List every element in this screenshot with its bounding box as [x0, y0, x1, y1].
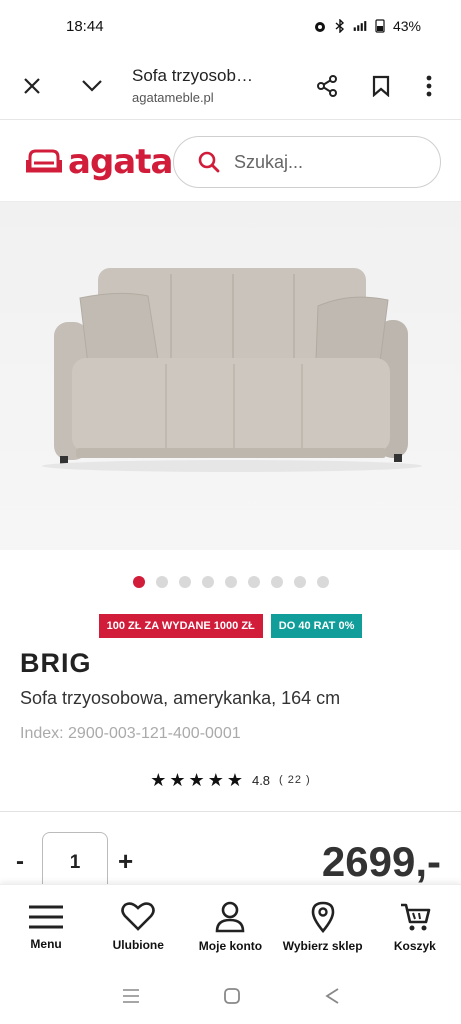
search-placeholder: Szukaj...: [234, 151, 304, 172]
share-icon: [317, 74, 337, 97]
agata-logo[interactable]: agata: [26, 141, 173, 182]
star-icon: ★: [226, 770, 243, 790]
battery-icon: [375, 19, 385, 33]
carousel-dot[interactable]: [178, 576, 191, 588]
sofa-image: [0, 202, 461, 550]
nav-menu[interactable]: Menu: [3, 903, 89, 951]
promo-badges: 100 ZŁ ZA WYDANE 1000 ZŁ DO 40 RAT 0%: [0, 614, 461, 638]
carousel-dot[interactable]: [270, 576, 283, 588]
page-url: agatameble.pl: [132, 90, 214, 105]
sofa-logo-icon: [26, 149, 62, 172]
close-icon: [24, 77, 40, 94]
location-pin-icon: [311, 901, 334, 933]
product-description: Sofa trzyosobowa, amerykanka, 164 cm: [20, 688, 341, 708]
carousel-dot[interactable]: [155, 576, 168, 588]
alarm-icon: [314, 22, 325, 32]
nav-label: Koszyk: [393, 938, 436, 953]
divider: [0, 811, 461, 812]
logo-text: agata: [68, 141, 173, 182]
page-title: Sofa trzyosob…: [132, 66, 253, 85]
tab-title-area: Sofa trzyosob… agatameble.pl: [116, 66, 303, 105]
nav-account[interactable]: Moje konto: [187, 901, 273, 953]
home-icon[interactable]: [223, 987, 241, 1005]
bottom-navigation: Menu Ulubione Moje konto Wybierz sklep K…: [0, 884, 461, 968]
carousel-dot-active[interactable]: [132, 576, 145, 588]
close-tab-button[interactable]: [8, 62, 56, 110]
product-name: BRIG: [20, 648, 92, 678]
quantity-increase-button[interactable]: +: [118, 846, 133, 877]
battery-percent: 43%: [392, 18, 421, 34]
status-icons: 43%: [313, 18, 421, 34]
minimize-tab-button[interactable]: [68, 62, 116, 110]
bookmark-button[interactable]: [357, 62, 405, 110]
carousel-dot[interactable]: [201, 576, 214, 588]
rating-count: ( 22 ): [279, 774, 311, 786]
rating-score: 4.8: [251, 772, 271, 788]
cart-icon: [400, 903, 431, 930]
quantity-price-row: - 1 + 2699,-: [0, 830, 461, 892]
system-navigation: [0, 968, 461, 1024]
heart-icon: [121, 901, 156, 931]
carousel-dot[interactable]: [224, 576, 237, 588]
status-bar: 18:44 43%: [0, 0, 461, 52]
share-button[interactable]: [303, 62, 351, 110]
product-index: Index: 2900-003-121-400-0001: [20, 725, 241, 742]
quantity-input[interactable]: 1: [42, 832, 108, 892]
site-header: agata Szukaj...: [0, 122, 461, 202]
status-time: 18:44: [66, 17, 104, 35]
nav-cart[interactable]: Koszyk: [372, 901, 458, 953]
carousel-dot[interactable]: [247, 576, 260, 588]
search-input[interactable]: Szukaj...: [173, 136, 441, 188]
search-icon: [198, 151, 220, 173]
promo-badge-discount: 100 ZŁ ZA WYDANE 1000 ZŁ: [98, 614, 263, 638]
signal-icon: [353, 21, 367, 31]
nav-label: Ulubione: [112, 937, 164, 952]
more-options-button[interactable]: [405, 62, 453, 110]
carousel-dots: [0, 576, 461, 588]
menu-icon: [29, 905, 64, 928]
star-icon: ★: [150, 770, 167, 790]
nav-label: Wybierz sklep: [282, 938, 363, 953]
nav-label: Moje konto: [198, 938, 263, 953]
promo-badge-installments: DO 40 RAT 0%: [270, 614, 363, 638]
more-vert-icon: [426, 75, 432, 96]
nav-favorites[interactable]: Ulubione: [95, 901, 181, 952]
star-icon: ★: [188, 770, 205, 790]
product-rating[interactable]: ★ ★ ★ ★ ★ 4.8 ( 22 ): [0, 771, 461, 789]
browser-toolbar: Sofa trzyosob… agatameble.pl: [0, 52, 461, 120]
bookmark-icon: [372, 75, 390, 97]
carousel-dot[interactable]: [293, 576, 306, 588]
quantity-decrease-button[interactable]: -: [16, 848, 24, 876]
user-icon: [216, 901, 245, 932]
star-icon: ★: [207, 770, 224, 790]
bluetooth-icon: [335, 19, 344, 33]
product-price: 2699,-: [321, 838, 441, 885]
chevron-down-icon: [82, 79, 102, 92]
recents-icon[interactable]: [122, 988, 140, 1004]
nav-store[interactable]: Wybierz sklep: [280, 901, 366, 953]
carousel-dot[interactable]: [316, 576, 329, 588]
nav-label: Menu: [30, 936, 62, 951]
back-icon[interactable]: [324, 987, 340, 1005]
star-icon: ★: [169, 770, 186, 790]
product-image[interactable]: [0, 202, 461, 550]
